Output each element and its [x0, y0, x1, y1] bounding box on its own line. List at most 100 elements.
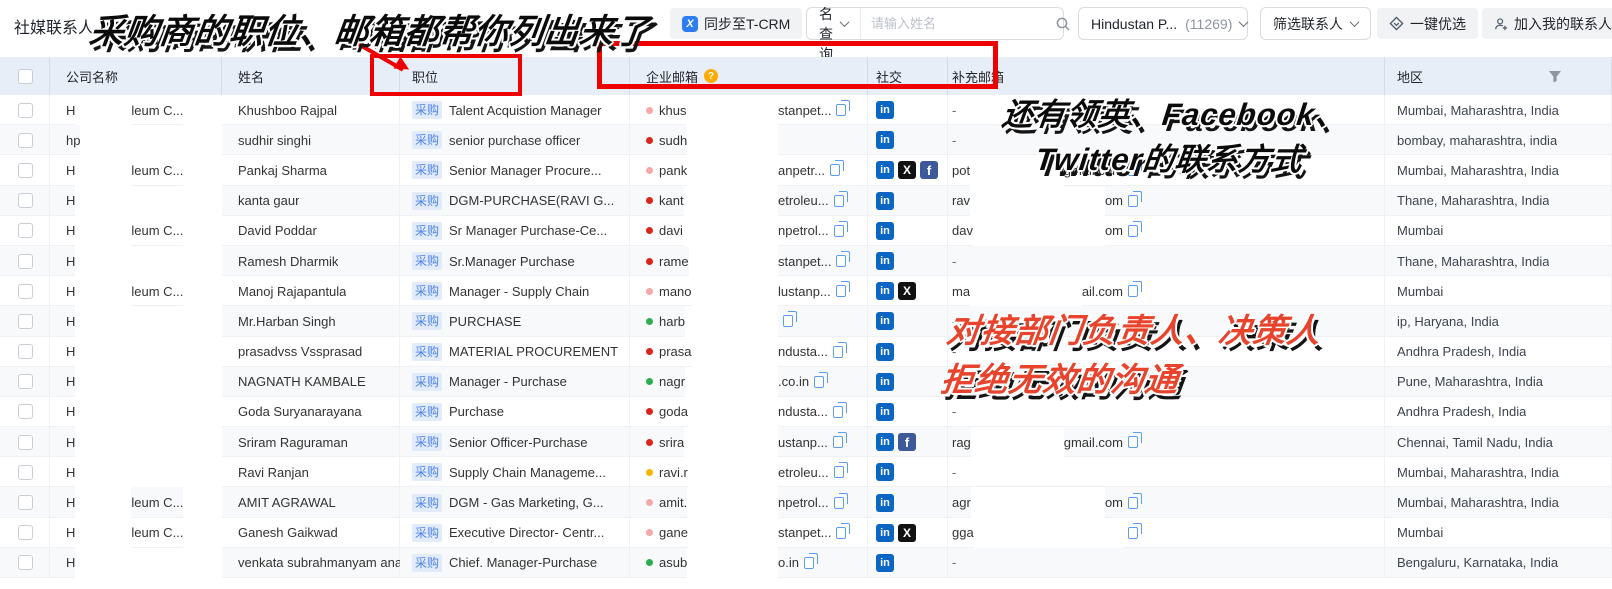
header-region[interactable]: 地区: [1385, 57, 1612, 95]
linkedin-icon[interactable]: in: [876, 403, 894, 421]
row-checkbox[interactable]: [18, 495, 33, 510]
linkedin-icon[interactable]: in: [876, 463, 894, 481]
row-checkbox[interactable]: [18, 163, 33, 178]
censor-patch: [692, 337, 778, 367]
row-checkbox[interactable]: [18, 223, 33, 238]
linkedin-icon[interactable]: in: [876, 252, 894, 270]
copy-icon[interactable]: [1128, 436, 1138, 448]
search-input[interactable]: [871, 16, 1047, 31]
linkedin-icon[interactable]: in: [876, 192, 894, 210]
search-type-dropdown[interactable]: 姓名查询: [807, 8, 861, 39]
row-checkbox[interactable]: [18, 284, 33, 299]
email-suffix: ustanp...: [778, 435, 828, 450]
linkedin-icon[interactable]: in: [876, 343, 894, 361]
copy-icon[interactable]: [1128, 195, 1138, 207]
linkedin-icon[interactable]: in: [876, 554, 894, 572]
row-checkbox[interactable]: [18, 525, 33, 540]
header-name[interactable]: 姓名: [222, 57, 400, 95]
filter-contacts-dropdown[interactable]: 筛选联系人: [1260, 7, 1371, 40]
title-cell: 采购 MATERIAL PROCUREMENT: [400, 337, 630, 367]
copy-icon[interactable]: [834, 195, 844, 207]
linkedin-icon[interactable]: in: [876, 494, 894, 512]
row-checkbox[interactable]: [18, 254, 33, 269]
table-row: H leum C... AMIT AGRAWAL 采购 DGM - Gas Ma…: [0, 487, 1612, 517]
copy-icon[interactable]: [814, 376, 824, 388]
search-icon[interactable]: [1055, 16, 1071, 32]
censor-patch: [75, 155, 131, 185]
social-cell: in: [868, 548, 948, 578]
job-title: DGM-PURCHASE(RAVI G...: [449, 193, 614, 208]
x-icon[interactable]: X: [898, 282, 916, 300]
copy-icon[interactable]: [836, 527, 846, 539]
x-icon[interactable]: X: [898, 524, 916, 542]
linkedin-icon[interactable]: in: [876, 161, 894, 179]
extra-email-prefix: agr: [952, 495, 971, 510]
linkedin-icon[interactable]: in: [876, 312, 894, 330]
one-click-optimize-button[interactable]: 一键优选: [1377, 8, 1478, 39]
copy-icon[interactable]: [1128, 497, 1138, 509]
row-checkbox[interactable]: [18, 103, 33, 118]
copy-icon[interactable]: [834, 466, 844, 478]
facebook-icon[interactable]: f: [920, 161, 938, 179]
censor-patch: [131, 337, 222, 367]
region-cell: Mumbai: [1385, 216, 1612, 246]
copy-icon[interactable]: [1128, 225, 1138, 237]
filter-funnel-icon[interactable]: [1548, 69, 1562, 83]
linkedin-icon[interactable]: in: [876, 373, 894, 391]
facebook-icon[interactable]: f: [898, 433, 916, 451]
row-checkbox[interactable]: [18, 193, 33, 208]
copy-icon[interactable]: [836, 255, 846, 267]
copy-icon[interactable]: [783, 315, 793, 327]
copy-icon[interactable]: [834, 497, 844, 509]
row-checkbox[interactable]: [18, 435, 33, 450]
job-title: senior purchase officer: [449, 133, 580, 148]
help-icon[interactable]: ?: [704, 69, 718, 83]
add-to-my-contacts-button[interactable]: 加入我的联系人: [1482, 8, 1612, 39]
sync-to-crm-button[interactable]: X 同步至T-CRM: [670, 8, 802, 39]
x-icon[interactable]: X: [898, 161, 916, 179]
copy-icon[interactable]: [804, 557, 814, 569]
linkedin-icon[interactable]: in: [876, 524, 894, 542]
select-all-checkbox[interactable]: [18, 69, 33, 84]
social-contacts-page: 社媒联系人(9 X 同步至T-CRM 姓名查询 Hindustan P... (…: [0, 0, 1612, 589]
email-prefix: harb: [659, 314, 685, 329]
name-cell: kanta gaur: [222, 186, 400, 216]
header-extra-email[interactable]: 补充邮箱: [948, 57, 1385, 95]
linkedin-icon[interactable]: in: [876, 433, 894, 451]
linkedin-icon[interactable]: in: [876, 131, 894, 149]
row-checkbox[interactable]: [18, 374, 33, 389]
copy-icon[interactable]: [833, 406, 843, 418]
header-company[interactable]: 公司名称: [50, 57, 222, 95]
header-email[interactable]: 企业邮箱 ?: [630, 57, 868, 95]
row-checkbox[interactable]: [18, 404, 33, 419]
extra-email-suffix: om: [1105, 495, 1123, 510]
row-checkbox[interactable]: [18, 344, 33, 359]
company-prefix: H: [66, 465, 75, 480]
linkedin-icon[interactable]: in: [876, 101, 894, 119]
header-title[interactable]: 职位: [400, 57, 630, 95]
copy-icon[interactable]: [830, 164, 840, 176]
row-checkbox[interactable]: [18, 465, 33, 480]
email-suffix: ndusta...: [778, 344, 828, 359]
copy-icon[interactable]: [1128, 527, 1138, 539]
row-checkbox[interactable]: [18, 314, 33, 329]
company-filter-dropdown[interactable]: Hindustan P... (11269): [1078, 7, 1248, 40]
copy-icon[interactable]: [1128, 285, 1138, 297]
copy-icon[interactable]: [834, 225, 844, 237]
extra-email-prefix: pot: [952, 163, 970, 178]
table-row: H Ravi Ranjan 采购 Supply Chain Manageme..…: [0, 457, 1612, 487]
row-checkbox[interactable]: [18, 555, 33, 570]
linkedin-icon[interactable]: in: [876, 222, 894, 240]
copy-icon[interactable]: [836, 104, 846, 116]
copy-icon[interactable]: [833, 436, 843, 448]
row-checkbox[interactable]: [18, 133, 33, 148]
linkedin-icon[interactable]: in: [876, 282, 894, 300]
copy-icon[interactable]: [836, 285, 846, 297]
job-title: MATERIAL PROCUREMENT: [449, 344, 618, 359]
status-dot: [646, 288, 653, 295]
copy-icon[interactable]: [833, 346, 843, 358]
copy-icon[interactable]: [1128, 164, 1138, 176]
header-social[interactable]: 社交: [868, 57, 948, 95]
table-row: hp sudhir singhi 采购 senior purchase offi…: [0, 125, 1612, 155]
job-title: Manager - Supply Chain: [449, 284, 589, 299]
